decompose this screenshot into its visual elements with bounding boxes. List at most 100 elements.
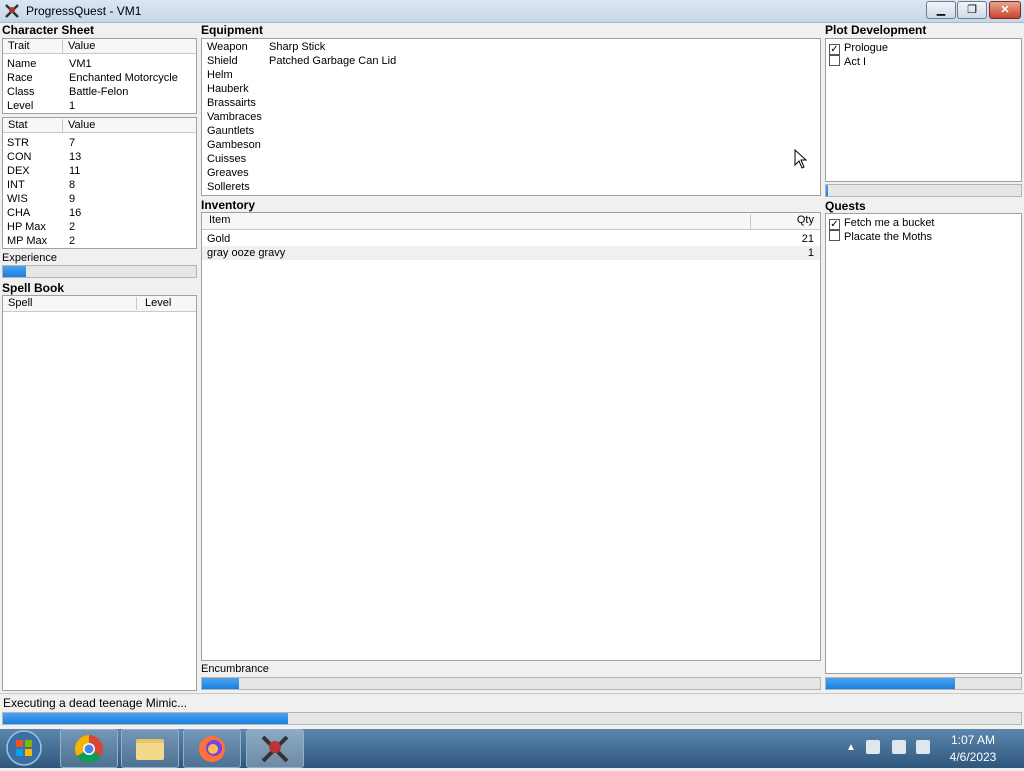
checked-checkbox-icon[interactable]: ✓ — [829, 44, 840, 55]
spell-column-header[interactable]: Spell — [3, 297, 137, 310]
network-icon[interactable] — [892, 740, 906, 754]
stat-value: 7 — [69, 137, 76, 149]
quest-list[interactable]: ✓ Fetch me a bucket Placate the Moths — [825, 213, 1022, 674]
trait-row[interactable]: Name VM1 — [7, 57, 195, 71]
trait-row[interactable]: Level 1 — [7, 99, 195, 113]
trait-value: Battle-Felon — [69, 86, 129, 98]
equipment-list[interactable]: Weapon Sharp Stick Shield Patched Garbage C… — [201, 38, 821, 196]
window-title: ProgressQuest - VM1 — [26, 4, 142, 18]
chrome-icon — [75, 735, 103, 763]
title-bar — [0, 0, 1024, 23]
stat-name: MP Max — [7, 235, 48, 247]
encumbrance-bar — [201, 677, 821, 690]
quest-row[interactable]: Placate the Moths — [829, 230, 932, 244]
status-progress-bar — [2, 712, 1022, 725]
qty-column-header[interactable]: Qty — [751, 214, 818, 229]
trait-row[interactable]: Class Battle-Felon — [7, 85, 195, 99]
close-button[interactable]: ✕ — [989, 1, 1021, 19]
taskbar-chrome-button[interactable] — [60, 729, 118, 768]
action-center-icon[interactable] — [866, 740, 880, 754]
spell-list[interactable]: Spell Level — [2, 295, 197, 691]
stat-name: INT — [7, 179, 25, 191]
stat-value: 16 — [69, 207, 82, 219]
stat-row[interactable]: DEX 11 — [7, 164, 195, 178]
unchecked-checkbox-icon[interactable] — [829, 230, 840, 241]
equipment-slot: Gambeson — [207, 139, 261, 151]
equipment-row[interactable]: Helm — [207, 68, 807, 82]
stat-name: DEX — [7, 165, 30, 177]
maximize-button[interactable]: ❐ — [957, 1, 987, 19]
taskbar-firefox-button[interactable] — [183, 729, 241, 768]
trait-row[interactable]: Race Enchanted Motorcycle — [7, 71, 195, 85]
equipment-row[interactable]: Gambeson — [207, 138, 807, 152]
equipment-slot: Hauberk — [207, 83, 249, 95]
quest-label: Placate the Moths — [844, 231, 933, 243]
equipment-row[interactable]: Greaves — [207, 166, 807, 180]
clock-date[interactable]: 4/6/2023 — [946, 750, 1000, 764]
taskbar-progressquest-button[interactable] — [246, 729, 304, 768]
equipment-slot: Sollerets — [207, 181, 250, 193]
stats-list[interactable]: Stat Value STR 7 CON 13 DEX 11 INT 8 WIS 9 CHA 16 HP… — [2, 117, 197, 249]
mouse-cursor-icon — [794, 149, 808, 169]
inventory-row[interactable]: gray ooze gravy 1 — [202, 246, 820, 260]
stat-column-header[interactable]: Stat — [3, 119, 63, 132]
trait-name: Level — [7, 100, 34, 112]
equipment-slot: Weapon — [207, 41, 248, 53]
spell-book-title: Spell Book — [2, 281, 65, 295]
progressquest-taskbar-icon — [261, 735, 289, 763]
minimize-button[interactable]: ▁ — [926, 1, 956, 19]
equipment-slot: Helm — [207, 69, 233, 81]
inventory-row[interactable]: Gold 21 — [202, 232, 820, 246]
stat-row[interactable]: CON 13 — [7, 150, 195, 164]
start-button[interactable] — [3, 729, 45, 768]
equipment-slot: Shield — [207, 55, 238, 67]
taskbar-explorer-button[interactable] — [121, 729, 179, 768]
encumbrance-label: Encumbrance — [201, 663, 269, 675]
equipment-row[interactable]: Cuisses — [207, 152, 807, 166]
plot-act-row[interactable]: ✓ Prologue — [829, 41, 888, 55]
plot-development-title: Plot Development — [825, 23, 927, 37]
stat-value-column-header[interactable]: Value — [63, 119, 196, 132]
trait-value: Enchanted Motorcycle — [69, 72, 178, 84]
stat-name: CHA — [7, 207, 31, 219]
equipment-row[interactable]: Hauberk — [207, 82, 807, 96]
volume-icon[interactable] — [916, 740, 930, 754]
item-column-header[interactable]: Item — [202, 214, 751, 229]
unchecked-checkbox-icon[interactable] — [829, 55, 840, 66]
firefox-icon — [199, 736, 225, 762]
plot-act-row[interactable]: Act I — [829, 55, 866, 69]
inventory-qty: 1 — [807, 247, 814, 259]
equipment-row[interactable]: Weapon Sharp Stick — [207, 40, 807, 54]
windows-logo-icon — [6, 730, 42, 766]
quest-progress-bar-fill — [826, 678, 955, 689]
plot-list[interactable]: ✓ Prologue Act I — [825, 38, 1022, 182]
experience-label: Experience — [2, 252, 58, 264]
value-column-header[interactable]: Value — [63, 40, 196, 53]
stat-row[interactable]: STR 7 — [7, 136, 195, 150]
equipment-row[interactable]: Shield Patched Garbage Can Lid — [207, 54, 807, 68]
equipment-slot: Vambraces — [207, 111, 262, 123]
stat-row[interactable]: HP Max 2 — [7, 220, 195, 234]
stat-row[interactable]: WIS 9 — [7, 192, 195, 206]
inventory-list[interactable]: Item Qty Gold 21 gray ooze gravy 1 — [201, 212, 821, 661]
show-hidden-icons-icon[interactable]: ▲ — [846, 742, 856, 753]
traits-header: Trait Value — [3, 39, 196, 54]
level-column-header[interactable]: Level — [137, 297, 196, 310]
quest-progress-bar — [825, 677, 1022, 690]
checked-checkbox-icon[interactable]: ✓ — [829, 219, 840, 230]
stat-row[interactable]: CHA 16 — [7, 206, 195, 220]
stat-row[interactable]: INT 8 — [7, 178, 195, 192]
inventory-item: Gold — [207, 233, 231, 245]
quest-row[interactable]: ✓ Fetch me a bucket — [829, 216, 935, 230]
stat-name: CON — [7, 151, 32, 163]
traits-list[interactable]: Trait Value Name VM1 Race Enchanted Motorcy… — [2, 38, 197, 114]
equipment-row[interactable]: Sollerets — [207, 180, 807, 194]
trait-column-header[interactable]: Trait — [3, 40, 63, 53]
encumbrance-bar-fill — [202, 678, 240, 689]
equipment-row[interactable]: Vambraces — [207, 110, 807, 124]
stat-row[interactable]: MP Max 2 — [7, 234, 195, 248]
equipment-row[interactable]: Brassairts — [207, 96, 807, 110]
clock-time[interactable]: 1:07 AM — [948, 733, 998, 747]
plot-progress-bar — [825, 184, 1022, 197]
equipment-row[interactable]: Gauntlets — [207, 124, 807, 138]
